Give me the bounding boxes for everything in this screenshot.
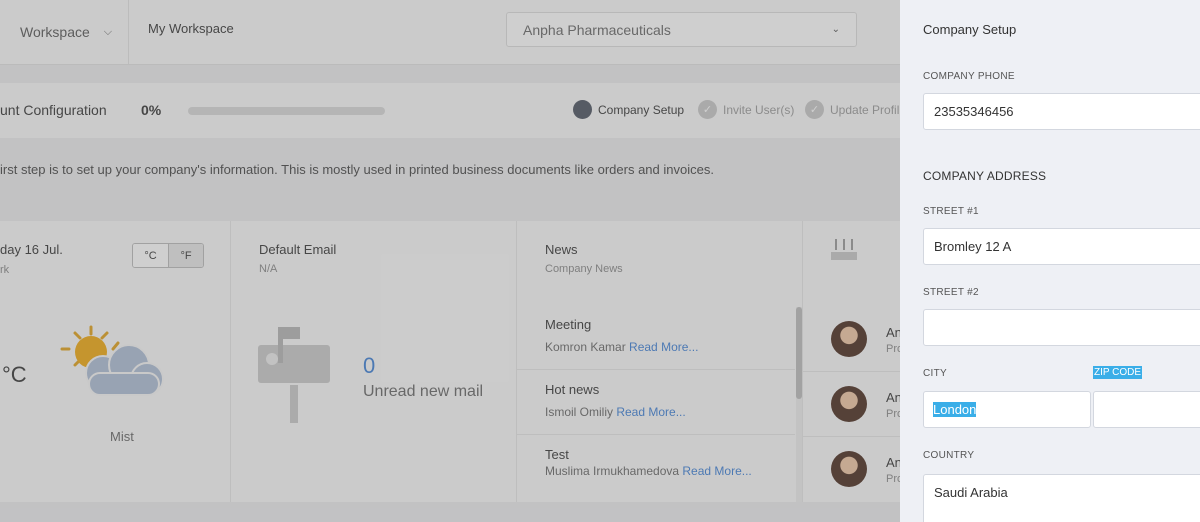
company-phone-label: COMPANY PHONE (923, 71, 1015, 82)
modal-backdrop[interactable] (0, 0, 900, 522)
city-input-value: London (933, 402, 977, 417)
street2-label: STREET #2 (923, 287, 979, 298)
city-input[interactable]: London (923, 391, 1091, 428)
country-label: COUNTRY (923, 450, 975, 461)
street2-input[interactable] (923, 309, 1200, 346)
company-phone-input[interactable] (923, 93, 1200, 130)
panel-title: Company Setup (923, 22, 1017, 37)
country-select-value: Saudi Arabia (934, 485, 1008, 500)
company-address-heading: COMPANY ADDRESS (923, 169, 1047, 183)
street1-label: STREET #1 (923, 206, 979, 217)
street1-input[interactable] (923, 228, 1200, 265)
company-setup-panel: Company Setup COMPANY PHONE COMPANY ADDR… (900, 0, 1200, 522)
zip-code-input[interactable] (1093, 391, 1200, 428)
country-select[interactable]: Saudi Arabia (923, 474, 1200, 522)
zip-code-label: ZIP CODE (1093, 366, 1143, 379)
city-label: CITY (923, 368, 947, 379)
